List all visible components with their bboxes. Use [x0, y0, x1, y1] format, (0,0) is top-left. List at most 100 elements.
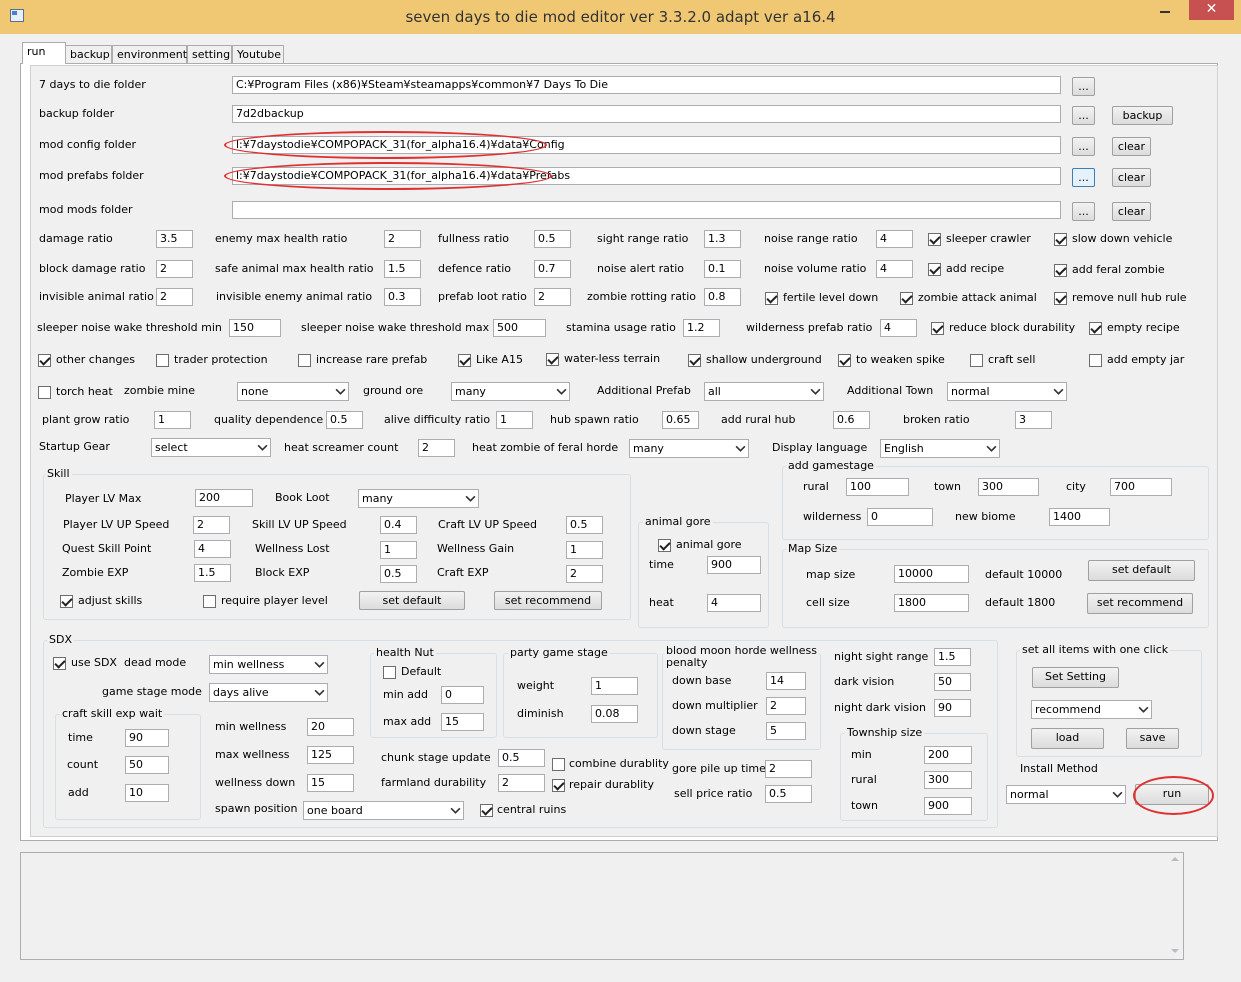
dead-mode-select[interactable]: min wellness — [209, 655, 328, 674]
add-feral-checkbox[interactable] — [1054, 264, 1067, 277]
central-ruins-checkbox[interactable] — [480, 804, 493, 817]
hub-spawn-input[interactable]: 0.65 — [662, 411, 699, 429]
zombie-exp-input[interactable]: 1.5 — [194, 564, 231, 582]
health-nut-default-checkbox[interactable] — [383, 666, 396, 679]
night-dark-vision-input[interactable]: 90 — [934, 699, 971, 717]
like-a15-checkbox[interactable] — [458, 354, 471, 367]
load-button[interactable]: load — [1031, 728, 1104, 749]
down-multiplier-input[interactable]: 2 — [766, 697, 806, 715]
log-scrollbar[interactable] — [1167, 853, 1183, 959]
gs-wilderness-input[interactable]: 0 — [867, 508, 933, 526]
reduce-block-checkbox[interactable] — [931, 322, 944, 335]
cs-add-input[interactable]: 10 — [125, 784, 169, 802]
tab-setting[interactable]: setting — [187, 45, 232, 63]
min-wellness-input[interactable]: 20 — [307, 718, 354, 736]
display-language-select[interactable]: English — [880, 439, 1000, 458]
set-setting-button[interactable]: Set Setting — [1032, 667, 1119, 688]
fertile-checkbox[interactable] — [765, 292, 778, 305]
down-base-input[interactable]: 14 — [766, 672, 806, 690]
craft-lv-up-input[interactable]: 0.5 — [566, 516, 603, 534]
township-town-input[interactable]: 900 — [924, 797, 972, 815]
invisible-enemy-input[interactable]: 0.3 — [384, 288, 421, 306]
noise-range-input[interactable]: 4 — [876, 230, 913, 248]
chunk-stage-input[interactable]: 0.5 — [498, 749, 545, 767]
player-lv-max-input[interactable]: 200 — [195, 489, 253, 507]
shallow-underground-checkbox[interactable] — [688, 354, 701, 367]
backup-folder-input[interactable]: 7d2dbackup — [232, 105, 1061, 123]
fullness-ratio-input[interactable]: 0.5 — [534, 230, 571, 248]
use-sdx-checkbox[interactable] — [53, 657, 66, 670]
install-method-select[interactable]: normal — [1006, 785, 1126, 804]
tab-environment[interactable]: environment — [112, 45, 187, 63]
block-exp-input[interactable]: 0.5 — [380, 565, 417, 583]
add-rural-hub-input[interactable]: 0.6 — [833, 411, 870, 429]
log-textarea[interactable] — [20, 852, 1184, 960]
scroll-down-icon[interactable] — [1171, 949, 1179, 953]
max-wellness-input[interactable]: 125 — [307, 746, 354, 764]
add-recipe-checkbox[interactable] — [928, 263, 941, 276]
torch-heat-checkbox[interactable] — [38, 386, 51, 399]
sdtd-folder-input[interactable]: C:¥Program Files (x86)¥Steam¥steamapps¥c… — [232, 76, 1061, 94]
feral-horde-select[interactable]: many — [629, 439, 749, 458]
wellness-lost-input[interactable]: 1 — [380, 541, 417, 559]
zombie-rotting-input[interactable]: 0.8 — [704, 288, 741, 306]
wellness-gain-input[interactable]: 1 — [566, 541, 603, 559]
startup-gear-select[interactable]: select — [151, 438, 271, 457]
dark-vision-input[interactable]: 50 — [934, 673, 971, 691]
recommend-select[interactable]: recommend — [1031, 700, 1152, 719]
map-set-recommend-button[interactable]: set recommend — [1087, 593, 1193, 614]
sight-range-input[interactable]: 1.3 — [704, 230, 741, 248]
craft-exp-input[interactable]: 2 — [566, 565, 603, 583]
gs-new-biome-input[interactable]: 1400 — [1049, 508, 1110, 526]
gore-pile-input[interactable]: 2 — [765, 760, 812, 778]
mods-folder-input[interactable] — [232, 201, 1061, 219]
quest-skill-point-input[interactable]: 4 — [194, 540, 231, 558]
tab-run[interactable]: run — [22, 42, 66, 64]
township-min-input[interactable]: 200 — [924, 746, 972, 764]
zombie-mine-select[interactable]: none — [237, 382, 349, 401]
gs-town-input[interactable]: 300 — [978, 478, 1039, 496]
tab-backup[interactable]: backup — [65, 45, 112, 63]
backup-button[interactable]: backup — [1112, 106, 1173, 125]
repair-durablity-checkbox[interactable] — [552, 779, 565, 792]
gs-city-input[interactable]: 700 — [1110, 478, 1172, 496]
gore-time-input[interactable]: 900 — [707, 556, 761, 574]
config-browse-button[interactable]: ... — [1072, 137, 1095, 156]
sdtd-browse-button[interactable]: ... — [1072, 77, 1095, 96]
other-changes-checkbox[interactable] — [38, 354, 51, 367]
night-sight-range-input[interactable]: 1.5 — [934, 648, 971, 666]
map-size-input[interactable]: 10000 — [894, 565, 969, 583]
sleeper-max-input[interactable]: 500 — [493, 319, 546, 337]
mods-browse-button[interactable]: ... — [1072, 202, 1095, 221]
book-loot-select[interactable]: many — [358, 489, 479, 508]
skill-lv-up-input[interactable]: 0.4 — [380, 516, 417, 534]
backup-browse-button[interactable]: ... — [1072, 106, 1095, 125]
min-add-input[interactable]: 0 — [441, 686, 484, 704]
save-button[interactable]: save — [1126, 728, 1179, 749]
ground-ore-select[interactable]: many — [451, 382, 570, 401]
cell-size-input[interactable]: 1800 — [894, 594, 969, 612]
noise-alert-input[interactable]: 0.1 — [704, 260, 741, 278]
zombie-attack-checkbox[interactable] — [900, 292, 913, 305]
tab-youtube[interactable]: Youtube — [232, 45, 284, 63]
broken-ratio-input[interactable]: 3 — [1015, 411, 1052, 429]
prefabs-browse-button[interactable]: ... — [1072, 168, 1095, 187]
down-stage-input[interactable]: 5 — [766, 722, 806, 740]
quality-dependence-input[interactable]: 0.5 — [326, 411, 363, 429]
weight-input[interactable]: 1 — [591, 677, 638, 695]
block-damage-input[interactable]: 2 — [156, 260, 193, 278]
skill-set-default-button[interactable]: set default — [359, 591, 465, 610]
remove-null-checkbox[interactable] — [1054, 292, 1067, 305]
alive-difficulty-input[interactable]: 1 — [496, 411, 533, 429]
farmland-durability-input[interactable]: 2 — [498, 774, 545, 792]
sell-price-input[interactable]: 0.5 — [765, 785, 812, 803]
plant-grow-input[interactable]: 1 — [154, 411, 191, 429]
heat-screamer-input[interactable]: 2 — [418, 439, 455, 457]
slow-down-vehicle-checkbox[interactable] — [1054, 233, 1067, 246]
animal-gore-checkbox[interactable] — [658, 539, 671, 552]
prefabs-clear-button[interactable]: clear — [1112, 168, 1151, 187]
invisible-animal-input[interactable]: 2 — [156, 288, 193, 306]
combine-durablity-checkbox[interactable] — [552, 758, 565, 771]
increase-rare-checkbox[interactable] — [298, 354, 311, 367]
craft-sell-checkbox[interactable] — [970, 354, 983, 367]
